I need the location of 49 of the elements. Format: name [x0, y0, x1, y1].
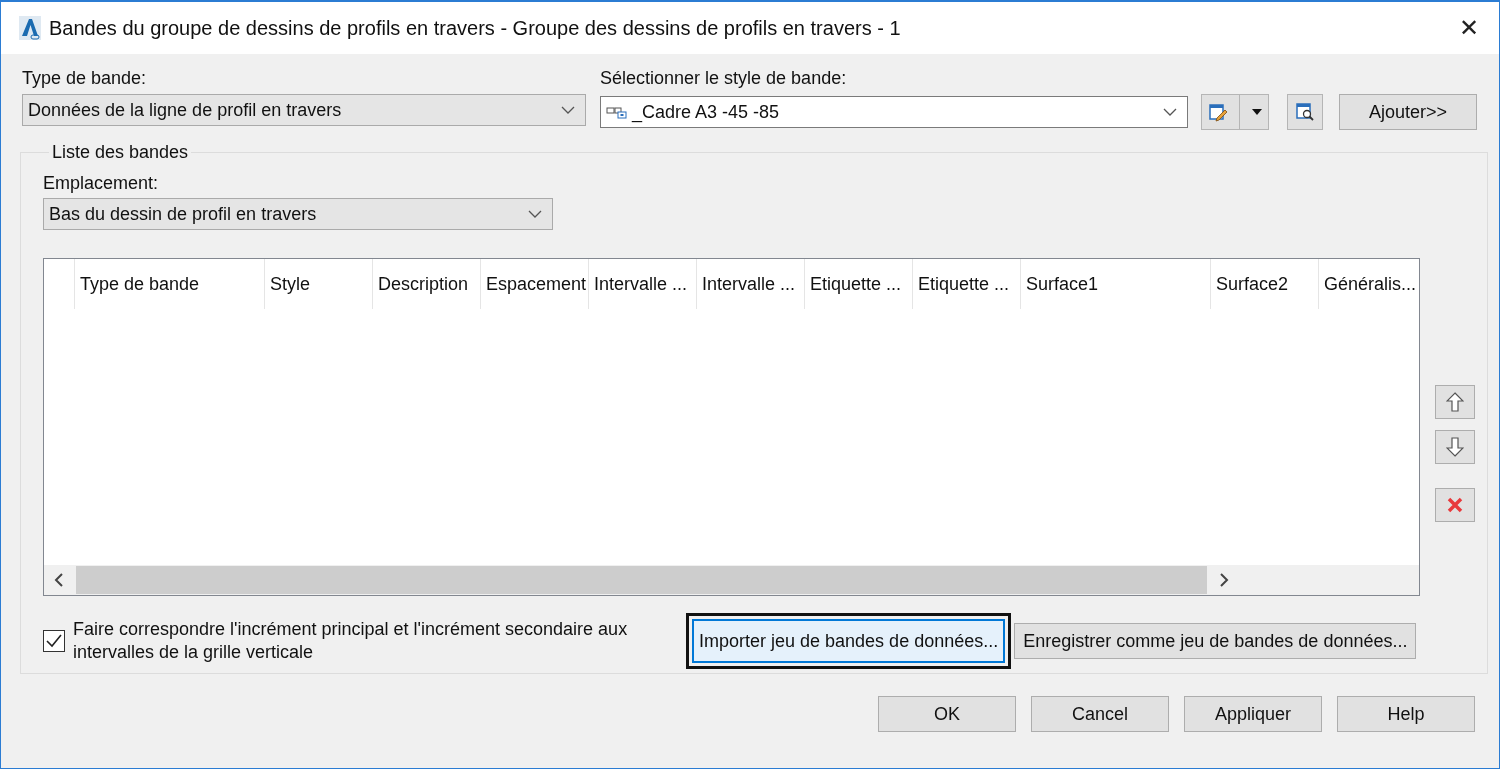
- group-title: Liste des bandes: [51, 142, 190, 163]
- move-down-button[interactable]: [1435, 430, 1475, 464]
- dialog-button[interactable]: Help: [1337, 696, 1475, 732]
- preview-style-button[interactable]: [1287, 94, 1323, 130]
- import-button[interactable]: Importer jeu de bandes de données...: [692, 619, 1006, 663]
- band-style-icon: [606, 105, 628, 119]
- chevron-right-icon[interactable]: [1219, 573, 1229, 587]
- delete-button[interactable]: [1435, 488, 1475, 522]
- window-title: Bandes du groupe de dessins de profils en travers - Groupe des dessins de profils en travers - 1: [49, 16, 902, 40]
- column-header[interactable]: Généralis...: [1319, 259, 1419, 309]
- arrow-down-icon: [1446, 437, 1464, 457]
- edit-style-split-button[interactable]: [1201, 94, 1269, 130]
- column-header[interactable]: Style: [265, 259, 373, 309]
- chevron-down-icon: [528, 210, 542, 218]
- column-header[interactable]: Surface2: [1211, 259, 1319, 309]
- dialog-button[interactable]: Appliquer: [1184, 696, 1322, 732]
- checkbox[interactable]: [43, 630, 65, 652]
- column-header[interactable]: Intervalle ...: [697, 259, 805, 309]
- close-button[interactable]: ✕: [1439, 14, 1499, 42]
- column-header[interactable]: Etiquette ...: [805, 259, 913, 309]
- move-up-button[interactable]: [1435, 385, 1475, 419]
- edit-style-icon: [1207, 102, 1228, 122]
- chevron-down-icon: [561, 106, 575, 114]
- checkbox-label: Faire correspondre l'incrément principal et l'incrément secondaire aux intervalles de la grille verticale: [73, 618, 629, 664]
- location-label: Emplacement:: [43, 173, 160, 194]
- column-header[interactable]: Surface1: [1021, 259, 1211, 309]
- band-type-dropdown[interactable]: Données de la ligne de profil en travers: [22, 94, 586, 126]
- dialog-button[interactable]: OK: [878, 696, 1016, 732]
- column-header[interactable]: Etiquette ...: [913, 259, 1021, 309]
- band-type-label: Type de bande:: [22, 68, 148, 89]
- chevron-down-icon: [1163, 108, 1177, 116]
- column-header[interactable]: Espacement: [481, 259, 589, 309]
- close-icon: [1447, 497, 1463, 513]
- column-header[interactable]: Type de bande: [75, 259, 265, 309]
- app-logo-icon: [19, 16, 41, 40]
- caret-icon: [1252, 109, 1263, 115]
- save-as-button[interactable]: Enregistrer comme jeu de bandes de données...: [1014, 623, 1417, 659]
- band-style-label: Sélectionner le style de bande:: [600, 68, 848, 89]
- horizontal-scrollbar[interactable]: [44, 565, 1419, 595]
- scrollbar-thumb[interactable]: [76, 566, 1207, 594]
- arrow-up-icon: [1446, 392, 1464, 412]
- column-header[interactable]: Intervalle ...: [589, 259, 697, 309]
- location-dropdown[interactable]: Bas du dessin de profil en travers: [43, 198, 553, 230]
- band-style-dropdown[interactable]: _Cadre A3 -45 -85: [600, 96, 1188, 128]
- search-icon: [1295, 102, 1315, 122]
- column-header[interactable]: Description: [373, 259, 481, 309]
- add-button[interactable]: Ajouter>>: [1339, 94, 1477, 130]
- dialog-button[interactable]: Cancel: [1031, 696, 1169, 732]
- chevron-left-icon[interactable]: [54, 573, 64, 587]
